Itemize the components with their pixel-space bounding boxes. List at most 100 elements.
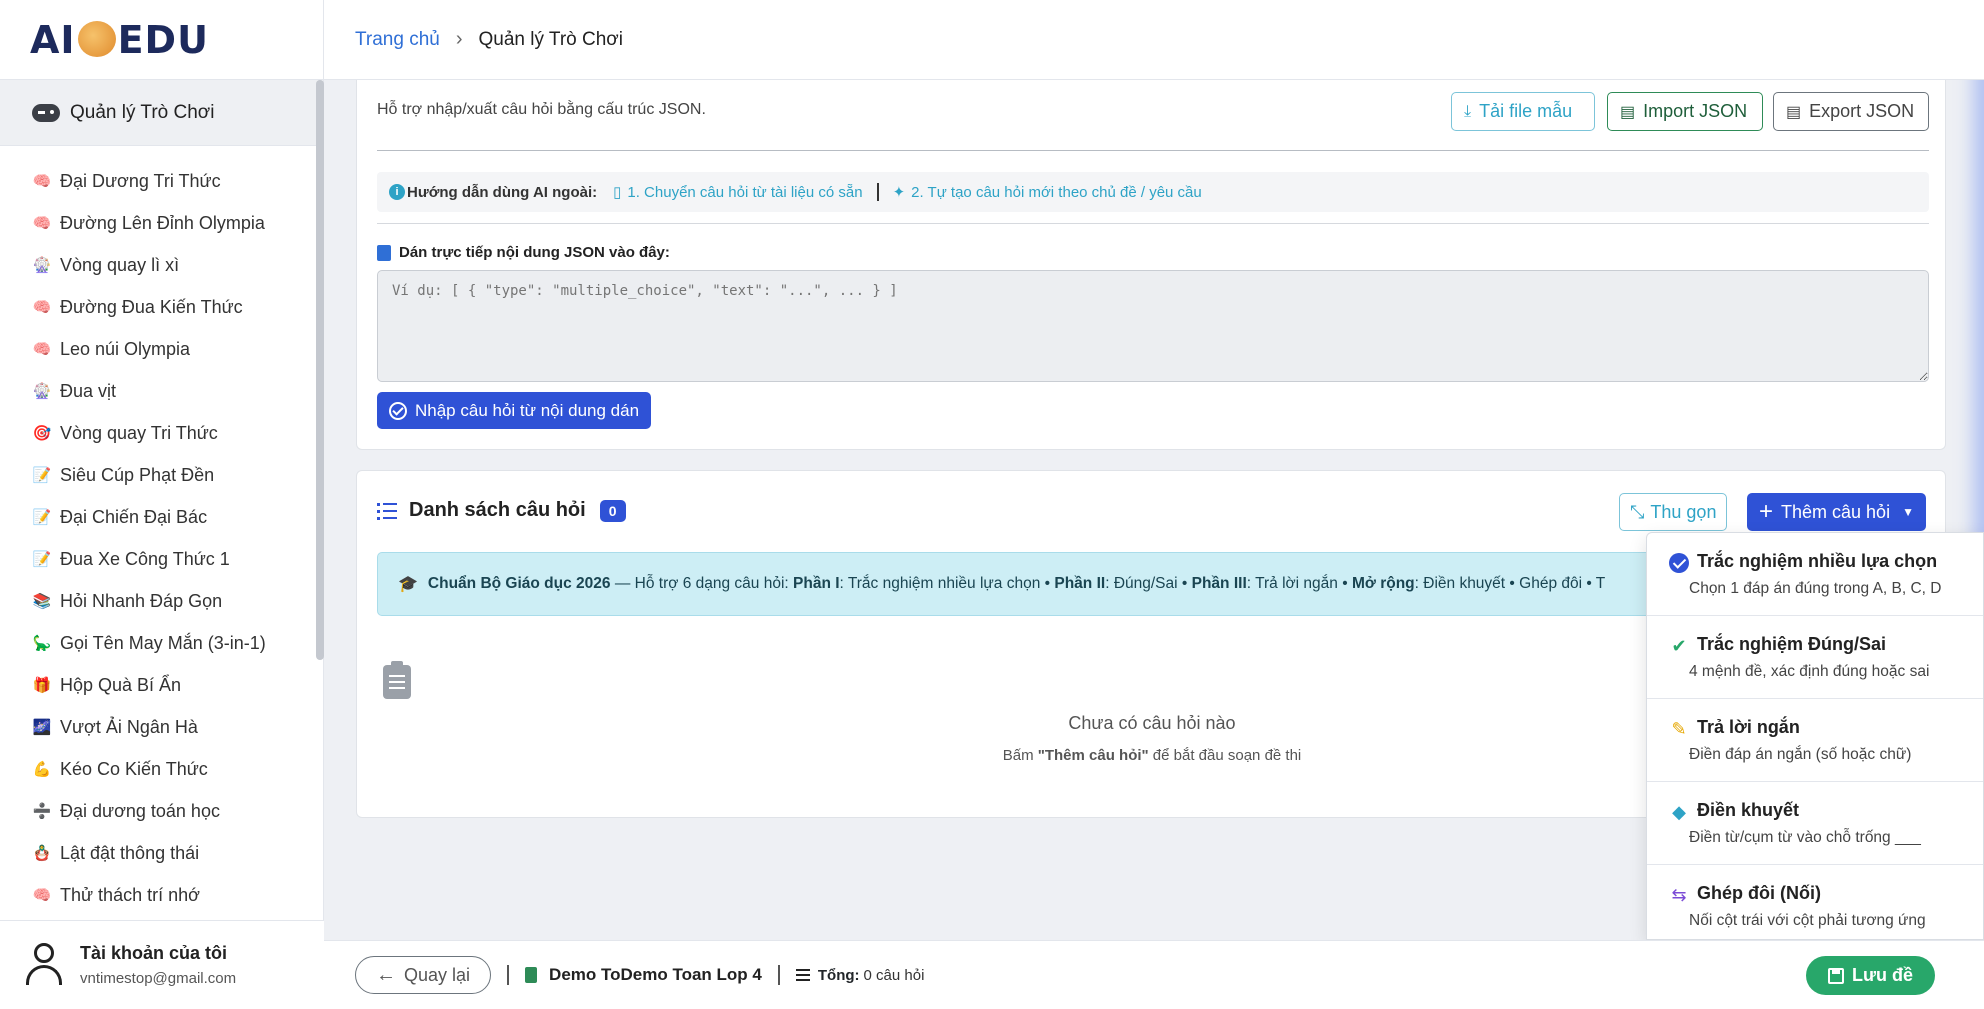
- sidebar-item-game[interactable]: 🎯 Vòng quay Tri Thức: [0, 412, 323, 454]
- sidebar-item-label: Đại dương toán học: [60, 800, 220, 821]
- divider: [876, 183, 879, 201]
- sidebar-item-label: Đại Dương Tri Thức: [60, 170, 221, 191]
- game-icon: 🎁: [32, 677, 52, 694]
- arrows-left-right-icon: ⇆: [1671, 885, 1687, 905]
- dropdown-item-title: Trắc nghiệm nhiều lựa chọn: [1697, 551, 1938, 571]
- sidebar: AI EDU Quản lý Trò Chơi 🧠 Đại Dương Tri Th…: [0, 0, 324, 1009]
- game-icon: 🪆: [32, 845, 52, 862]
- sidebar-item-game[interactable]: 🌌 Vượt Ải Ngân Hà: [0, 706, 323, 748]
- sidebar-item-game[interactable]: 📝 Siêu Cúp Phạt Đền: [0, 454, 323, 496]
- sidebar-item-game[interactable]: 📝 Đua Xe Công Thức 1: [0, 538, 323, 580]
- guide-link-convert[interactable]: ▯ 1. Chuyển câu hỏi từ tài liệu có sẵn: [613, 183, 862, 202]
- import-pasted-button[interactable]: Nhập câu hỏi từ nội dung dán: [377, 392, 652, 429]
- sidebar-item-game[interactable]: ➗ Đại dương toán học: [0, 790, 323, 832]
- download-sample-button[interactable]: ⤓ Tải file mẫu: [1451, 92, 1595, 131]
- export-json-button[interactable]: ▤ Export JSON: [1773, 92, 1929, 131]
- caret-down-icon: ▼: [1902, 505, 1914, 519]
- sidebar-item-game[interactable]: 🧠 Đường Đua Kiến Thức: [0, 286, 323, 328]
- sidebar-item-game[interactable]: 🎡 Đua vịt: [0, 370, 323, 412]
- export-json-label: Export JSON: [1809, 101, 1915, 121]
- notice-part1-text: : Trắc nghiệm nhiều lựa chọn •: [839, 575, 1055, 592]
- sidebar-item-game[interactable]: 🦕 Gọi Tên May Mắn (3-in-1): [0, 622, 323, 664]
- sidebar-item-game[interactable]: 📚 Hỏi Nhanh Đáp Gọn: [0, 580, 323, 622]
- sidebar-item-label: Đường Đua Kiến Thức: [60, 296, 243, 317]
- dropdown-item-true-false[interactable]: ✔ Trắc nghiệm Đúng/Sai 4 mệnh đề, xác đị…: [1647, 616, 1983, 699]
- game-icon: 📚: [32, 593, 52, 610]
- sidebar-item-label: Siêu Cúp Phạt Đền: [60, 464, 215, 485]
- back-label: Quay lại: [404, 964, 471, 985]
- sidebar-scrollbar[interactable]: [316, 80, 324, 660]
- divider: [777, 965, 780, 985]
- pencil-icon: ✎: [1671, 719, 1687, 739]
- guide-link-generate[interactable]: ✦ 2. Tự tạo câu hỏi mới theo chủ đề / yê…: [893, 183, 1202, 202]
- dropdown-item-matching[interactable]: ⇆ Ghép đôi (Nối) Nối cột trái với cột ph…: [1647, 865, 1983, 939]
- sidebar-item-game[interactable]: 📝 Đại Chiến Đại Bác: [0, 496, 323, 538]
- question-list-title-text: Danh sách câu hỏi: [409, 499, 586, 521]
- sidebar-item-label: Vòng quay lì xì: [60, 254, 180, 275]
- breadcrumb-home-link[interactable]: Trang chủ: [355, 29, 440, 51]
- sidebar-item-game[interactable]: 🎁 Hộp Quà Bí Ẩn: [0, 664, 323, 706]
- plus-icon: +: [1759, 498, 1774, 525]
- arrow-left-icon: ←: [376, 963, 396, 986]
- sidebar-item-game[interactable]: 🪆 Lật đật thông thái: [0, 832, 323, 874]
- footer-toolbar: ← Quay lại Demo ToDemo Toan Lop 4 Tổng: …: [324, 940, 1984, 1009]
- notice-ext-text: : Điền khuyết • Ghép đôi • T: [1414, 575, 1606, 592]
- check-circle-icon: [389, 401, 407, 420]
- dropdown-item-multiple-choice[interactable]: Trắc nghiệm nhiều lựa chọn Chọn 1 đáp án…: [1647, 533, 1983, 616]
- sidebar-item-game[interactable]: 💪 Kéo Co Kiến Thức: [0, 748, 323, 790]
- save-button[interactable]: Lưu đề: [1806, 956, 1936, 995]
- file-export-icon: ▤: [1786, 103, 1802, 121]
- notice-part2-text: : Đúng/Sai •: [1105, 575, 1192, 592]
- game-icon: 🧠: [32, 299, 52, 316]
- empty-sub-2: để bắt đầu soạn đề thi: [1148, 747, 1302, 764]
- sidebar-item-label: Hộp Quà Bí Ẩn: [60, 674, 182, 695]
- sidebar-active-label: Quản lý Trò Chơi: [70, 101, 215, 123]
- import-json-button[interactable]: ▤ Import JSON: [1607, 92, 1763, 131]
- sidebar-item-label: Kéo Co Kiến Thức: [60, 758, 208, 779]
- dropdown-item-title: Ghép đôi (Nối): [1697, 883, 1821, 903]
- sidebar-item-game[interactable]: 🧠 Đường Lên Đỉnh Olympia: [0, 202, 323, 244]
- compress-icon: ⤡: [1630, 501, 1645, 522]
- add-question-button[interactable]: + Thêm câu hỏi ▼: [1747, 493, 1926, 531]
- empty-sub-strong: "Thêm câu hỏi": [1037, 747, 1149, 764]
- sidebar-item-game-management[interactable]: Quản lý Trò Chơi: [0, 80, 323, 146]
- guide-link-generate-label: 2. Tự tạo câu hỏi mới theo chủ đề / yêu …: [911, 183, 1202, 201]
- sidebar-game-list: 🧠 Đại Dương Tri Thức 🧠 Đường Lên Đỉnh Olymp…: [0, 146, 323, 916]
- save-icon: [1828, 967, 1844, 984]
- game-icon: 🧠: [32, 887, 52, 904]
- download-sample-label: Tải file mẫu: [1479, 101, 1573, 121]
- account-name: Tài khoản của tôi: [80, 943, 228, 963]
- sidebar-item-game[interactable]: 🧠 Đại Dương Tri Thức: [0, 160, 323, 202]
- download-icon: ⤓: [1464, 102, 1472, 120]
- notice-ext-label: Mở rộng: [1351, 575, 1415, 592]
- json-paste-textarea[interactable]: [377, 270, 1929, 382]
- dropdown-item-fill-blank[interactable]: ◆ Điền khuyết Điền từ/cụm từ vào chỗ trố…: [1647, 782, 1983, 865]
- document-icon: ▯: [613, 184, 622, 201]
- account-panel[interactable]: Tài khoản của tôi vntimestop@gmail.com: [0, 920, 324, 1009]
- save-label: Lưu đề: [1852, 965, 1914, 985]
- sidebar-item-game[interactable]: 🧠 Leo núi Olympia: [0, 328, 323, 370]
- json-description: Hỗ trợ nhập/xuất câu hỏi bằng cấu trúc J…: [377, 101, 706, 118]
- dropdown-item-title: Trắc nghiệm Đúng/Sai: [1697, 634, 1887, 654]
- game-icon: 🦕: [32, 635, 52, 652]
- document-name: Demo ToDemo Toan Lop 4: [549, 965, 762, 984]
- app-frame: AI EDU Quản lý Trò Chơi 🧠 Đại Dương Tri Th…: [0, 0, 1984, 1009]
- dropdown-item-short-answer[interactable]: ✎ Trả lời ngắn Điền đáp án ngắn (số hoặc…: [1647, 699, 1983, 782]
- collapse-button[interactable]: ⤡ Thu gọn: [1619, 493, 1728, 531]
- sidebar-item-game[interactable]: 🧠 Thử thách trí nhớ: [0, 874, 323, 916]
- paste-json-label-text: Dán trực tiếp nội dung JSON vào đây:: [399, 244, 670, 261]
- sidebar-item-game[interactable]: 🎡 Vòng quay lì xì: [0, 244, 323, 286]
- file-import-icon: ▤: [1620, 103, 1636, 121]
- fill-drip-icon: ◆: [1672, 802, 1686, 822]
- account-email: vntimestop@gmail.com: [80, 970, 237, 987]
- collapse-label: Thu gọn: [1650, 501, 1717, 522]
- list-icon: [377, 502, 397, 520]
- back-button[interactable]: ← Quay lại: [355, 956, 492, 994]
- add-question-label: Thêm câu hỏi: [1781, 501, 1891, 522]
- game-icon: 💪: [32, 761, 52, 778]
- list-icon: [795, 969, 810, 981]
- clipboard-icon: [377, 244, 391, 261]
- sidebar-item-label: Thử thách trí nhớ: [60, 884, 200, 905]
- sidebar-item-label: Đua Xe Công Thức 1: [60, 548, 230, 569]
- logo-area[interactable]: AI EDU: [0, 0, 323, 80]
